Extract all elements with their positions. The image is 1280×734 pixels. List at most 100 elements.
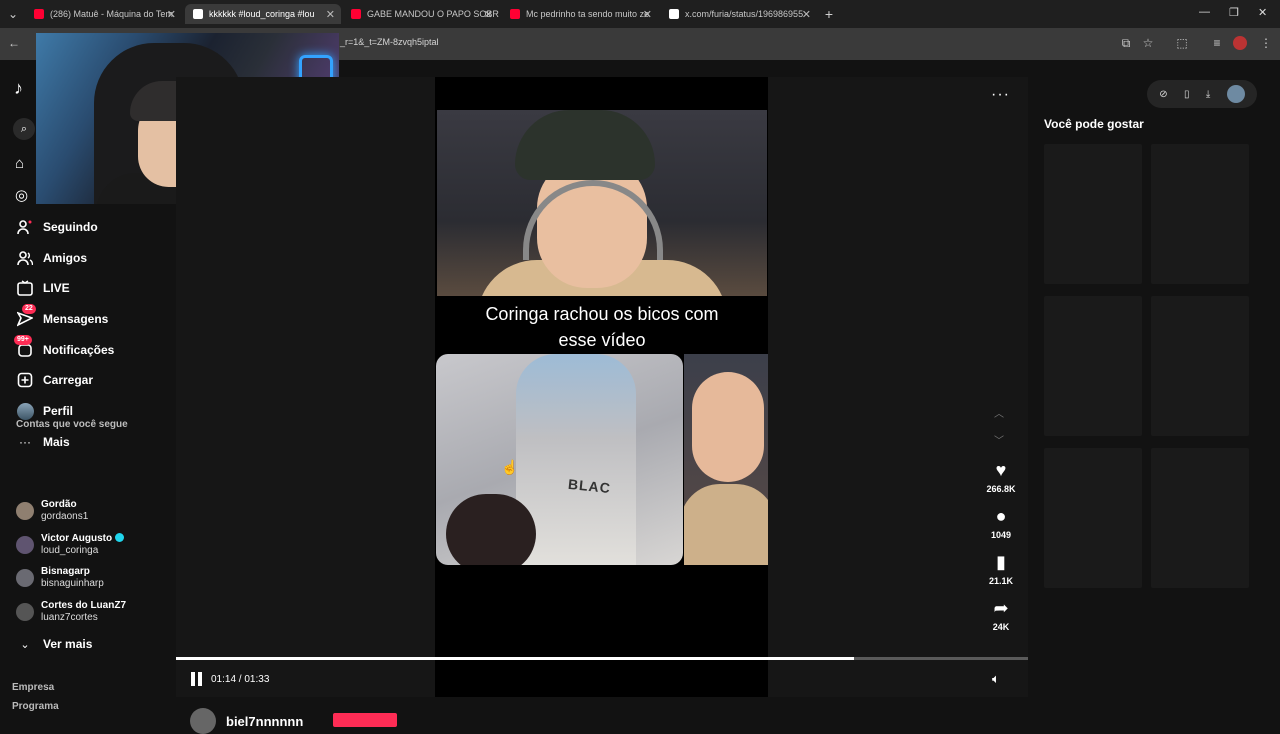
more-options-icon[interactable]: ··· xyxy=(991,86,1010,104)
see-more-button[interactable]: ⌄ Ver mais xyxy=(16,634,92,654)
sidebar-item-notifications[interactable]: 99+ Notificações xyxy=(14,335,115,360)
following-icon xyxy=(16,218,34,236)
sidebar-item-label: Notificações xyxy=(43,343,115,357)
footer-link[interactable]: Programa xyxy=(12,701,59,712)
avatar xyxy=(16,569,34,587)
new-tab-button[interactable]: + xyxy=(821,6,837,22)
next-video-icon[interactable]: ﹀ xyxy=(994,432,1004,447)
live-icon xyxy=(16,279,34,297)
followed-account[interactable]: Gordão gordaons1 xyxy=(16,499,88,523)
share-button[interactable]: ➦ 24K xyxy=(980,598,1022,632)
like-button[interactable]: ♥ 266.8K xyxy=(980,460,1022,494)
account-handle: bisnaguinharp xyxy=(41,578,104,589)
following-accounts-title: Contas que você segue xyxy=(16,419,128,430)
followed-account[interactable]: Victor Augusto loud_coringa xyxy=(16,533,125,557)
notifications-icon: 99+ xyxy=(14,335,34,359)
sidebar-item-live[interactable]: LIVE xyxy=(16,278,70,298)
x-icon xyxy=(669,9,679,19)
search-icon[interactable]: ⌕ xyxy=(13,118,35,140)
tiktok-logo-icon[interactable]: ♪ xyxy=(14,78,23,99)
clip-second-person xyxy=(446,494,536,565)
tab-close-icon[interactable]: ✕ xyxy=(326,8,335,21)
tab-close-icon[interactable]: ✕ xyxy=(484,8,493,21)
messages-badge: 22 xyxy=(22,304,36,314)
previous-video-icon[interactable]: ︿ xyxy=(994,405,1004,420)
video-inner-clip: BLAC xyxy=(436,354,683,565)
install-app-icon[interactable]: ⧉ xyxy=(1118,35,1134,51)
sidebar-item-label: Mais xyxy=(43,435,70,449)
suggested-video-thumbnail[interactable] xyxy=(1151,144,1249,284)
suggested-video-thumbnail[interactable] xyxy=(1151,448,1249,588)
sidebar-item-messages[interactable]: 22 Mensagens xyxy=(16,304,108,329)
avatar xyxy=(16,502,34,520)
sidebar-item-following[interactable]: Seguindo xyxy=(16,217,98,237)
sidebar-item-friends[interactable]: Amigos xyxy=(16,248,87,268)
avatar xyxy=(190,708,216,734)
pause-icon-bar xyxy=(191,672,195,686)
home-icon[interactable]: ⌂ xyxy=(15,155,24,172)
browser-tab-5[interactable]: x.com/furia/status/196986955 ✕ xyxy=(661,4,817,24)
video-caption-line: esse vídeo xyxy=(558,330,646,350)
account-handle: loud_coringa xyxy=(41,545,99,556)
profile-avatar-icon[interactable] xyxy=(1233,36,1247,50)
video-reaction-clip xyxy=(684,354,768,565)
video-person-cap xyxy=(515,110,655,180)
tab-close-icon[interactable]: ✕ xyxy=(167,8,176,21)
browser-tab-bar: ⌄ (286) Matuê - Máquina do Tem ✕ kkkkkk … xyxy=(0,0,1280,28)
back-icon[interactable]: ← xyxy=(6,35,22,51)
sidebar-item-label: Seguindo xyxy=(43,220,98,234)
phone-icon[interactable]: ▯ xyxy=(1184,89,1190,100)
pause-button[interactable] xyxy=(190,672,204,686)
volume-icon[interactable]: 🔈︎ xyxy=(992,671,1000,687)
sidebar-item-more[interactable]: ··· Mais xyxy=(16,432,70,452)
video-progress-fill xyxy=(176,657,855,660)
suggested-video-thumbnail[interactable] xyxy=(1151,296,1249,436)
media-control-icon[interactable]: ≡ xyxy=(1209,35,1225,51)
save-button[interactable]: ▮ 21.1K xyxy=(980,552,1022,586)
browser-tab-3[interactable]: GABE MANDOU O PAPO SOBR ✕ xyxy=(343,4,499,24)
bookmark-icon: ▮ xyxy=(996,552,1006,572)
extensions-icon[interactable]: ⬚ xyxy=(1174,35,1190,51)
save-count: 21.1K xyxy=(988,576,1014,586)
browser-tab-4[interactable]: Mc pedrinho ta sendo muito ze ✕ xyxy=(502,4,658,24)
sidebar-item-label: Perfil xyxy=(43,404,74,418)
reaction-shirt xyxy=(684,484,768,565)
verified-badge-icon xyxy=(115,533,125,542)
compass-icon[interactable]: ⊘ xyxy=(1159,89,1167,100)
tab-close-icon[interactable]: ✕ xyxy=(643,8,652,21)
footer-link[interactable]: Empresa xyxy=(12,682,54,693)
suggested-video-thumbnail[interactable] xyxy=(1044,448,1142,588)
comment-button[interactable]: ● 1049 xyxy=(980,506,1022,540)
followed-account[interactable]: Cortes do LuanZ7 luanz7cortes xyxy=(16,600,126,624)
sidebar-item-upload[interactable]: Carregar xyxy=(16,370,93,390)
avatar[interactable] xyxy=(1226,85,1245,103)
video-progress-bar[interactable] xyxy=(176,657,1028,660)
account-name: Cortes do LuanZ7 xyxy=(41,600,127,611)
suggested-video-thumbnail[interactable] xyxy=(1044,296,1142,436)
tab-close-icon[interactable]: ✕ xyxy=(802,8,811,21)
share-count: 24K xyxy=(992,622,1010,632)
tab-search-icon[interactable]: ⌄ xyxy=(5,6,21,22)
like-count: 266.8K xyxy=(986,484,1016,494)
video-time: 01:14 / 01:33 xyxy=(211,674,270,685)
url-field[interactable]: _r=1&_t=ZM-8zvqh5iptal xyxy=(340,37,439,47)
download-icon[interactable]: ⤓ xyxy=(1206,89,1210,100)
suggested-video-thumbnail[interactable] xyxy=(1044,144,1142,284)
close-window-icon[interactable]: ✕ xyxy=(1258,6,1267,19)
browser-tab-1[interactable]: (286) Matuê - Máquina do Tem ✕ xyxy=(26,4,182,24)
menu-dots-icon[interactable]: ⋮ xyxy=(1258,35,1274,51)
follow-button[interactable] xyxy=(333,713,397,727)
sidebar-item-label: Carregar xyxy=(43,373,94,387)
reaction-face xyxy=(692,372,764,482)
heart-icon: ♥ xyxy=(995,460,1007,480)
sidebar-item-profile[interactable]: Perfil xyxy=(16,401,73,421)
account-name: Victor Augusto xyxy=(41,533,113,544)
bookmark-star-icon[interactable]: ☆ xyxy=(1140,35,1156,51)
tab-title: kkkkkk #loud_coringa #lou xyxy=(209,9,315,19)
browser-tab-2[interactable]: kkkkkk #loud_coringa #lou ✕ xyxy=(185,4,341,24)
explore-icon[interactable]: ◎ xyxy=(15,186,28,204)
minimize-icon[interactable]: — xyxy=(1199,6,1210,18)
followed-account[interactable]: Bisnagarp bisnaguinharp xyxy=(16,566,104,590)
maximize-icon[interactable]: ❐ xyxy=(1229,6,1239,19)
author-row[interactable]: biel7nnnnnn xyxy=(190,708,303,734)
